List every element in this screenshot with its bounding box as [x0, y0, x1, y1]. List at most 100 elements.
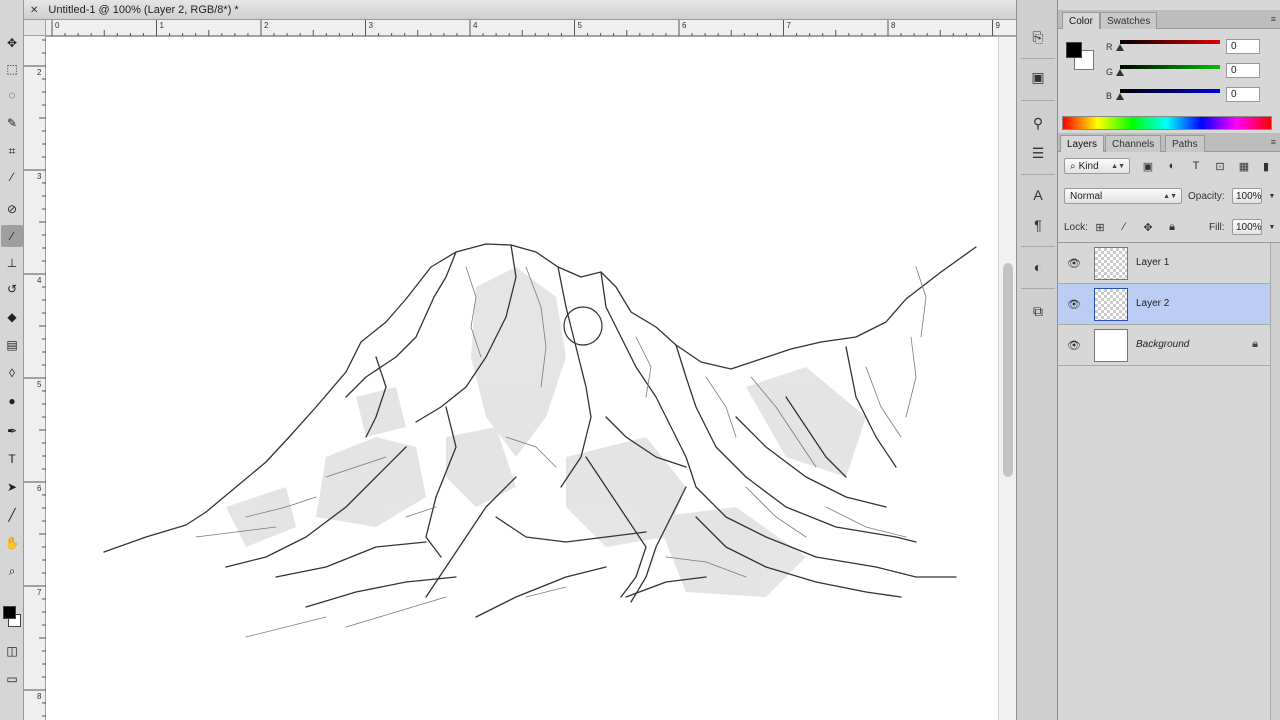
green-slider-knob[interactable] [1116, 69, 1124, 76]
color-foreground-swatch[interactable] [1066, 42, 1082, 58]
red-slider[interactable] [1120, 40, 1220, 44]
tools-panel: ✥ ⬚ ◌ ✎ ⌗ ⁄ ⊘ ∕ ⊥ ↺ ◆ ▤ ◊ ● ✒ T ➤ ╱ ✋ ⌕ … [0, 0, 24, 720]
ruler-origin[interactable] [24, 20, 46, 36]
lasso-icon[interactable]: ◌ [1, 84, 23, 106]
clone-stamp-icon[interactable]: ⊥ [1, 252, 23, 274]
eraser-icon[interactable]: ◆ [1, 306, 23, 328]
tab-swatches[interactable]: Swatches [1100, 12, 1158, 29]
opacity-input[interactable]: 100% [1232, 188, 1262, 204]
red-slider-knob[interactable] [1116, 44, 1124, 51]
layers-scrollbar[interactable] [1270, 243, 1280, 720]
lock-pixels-icon[interactable]: ∕ [1116, 219, 1132, 235]
ruler-number: 3 [368, 21, 373, 30]
brush-presets-icon[interactable]: ☰ [1027, 142, 1049, 164]
character-panel-icon[interactable]: A [1027, 184, 1049, 206]
tab-layers[interactable]: Layers [1060, 135, 1105, 152]
close-icon[interactable]: ✕ [30, 5, 38, 16]
quick-mask-icon[interactable]: ◫ [1, 640, 23, 662]
filter-type-icon[interactable]: T [1188, 158, 1204, 174]
healing-brush-icon[interactable]: ⊘ [1, 198, 23, 220]
divider [1021, 174, 1055, 175]
blend-mode-select[interactable]: Normal ▲▼ [1064, 188, 1182, 204]
dodge-icon[interactable]: ● [1, 390, 23, 412]
path-selection-icon[interactable]: ➤ [1, 476, 23, 498]
pen-icon[interactable]: ✒ [1, 420, 23, 442]
panel-menu-icon[interactable]: ≡ [1271, 137, 1276, 147]
tab-channels[interactable]: Channels [1105, 135, 1162, 152]
ruler-number: 4 [37, 276, 42, 285]
marquee-icon[interactable]: ⬚ [1, 58, 23, 80]
ruler-number: 4 [473, 21, 478, 30]
lock-icon: 🔒︎ [1252, 338, 1258, 350]
ruler-number: 9 [995, 21, 1000, 30]
eye-icon[interactable]: 👁︎ [1066, 339, 1082, 352]
red-value[interactable]: 0 [1226, 39, 1260, 54]
history-panel-icon[interactable]: ⎘ [1027, 26, 1049, 48]
styles-panel-icon[interactable]: ⧉ [1027, 300, 1049, 322]
crop-icon[interactable]: ⌗ [1, 140, 23, 162]
green-slider[interactable] [1120, 65, 1220, 69]
ruler-number: 2 [264, 21, 269, 30]
color-panel-tabs: Color Swatches ≡ [1058, 10, 1280, 29]
actions-panel-icon[interactable]: ▣ [1027, 66, 1049, 88]
fill-dropdown-icon[interactable]: ▼ [1264, 219, 1280, 235]
filter-shape-icon[interactable]: ⊡ [1212, 158, 1228, 174]
red-channel-label: R [1106, 42, 1113, 52]
layer-thumbnail [1094, 288, 1128, 321]
opacity-dropdown-icon[interactable]: ▼ [1264, 188, 1280, 204]
ruler-number: 8 [37, 692, 42, 701]
layer-filter-select[interactable]: ⌕ Kind ▲▼ [1064, 158, 1130, 174]
brush-icon[interactable]: ∕ [1, 225, 23, 247]
ruler-number: 6 [37, 484, 42, 493]
ruler-ticks [51, 20, 993, 36]
layer-row-background[interactable]: 👁︎ Background 🔒︎ [1058, 325, 1270, 366]
gradient-icon[interactable]: ▤ [1, 334, 23, 356]
tab-color[interactable]: Color [1062, 12, 1100, 29]
layer-row-layer-1[interactable]: 👁︎ Layer 1 [1058, 243, 1270, 284]
filter-adjustment-icon[interactable]: ◐ [1164, 158, 1180, 174]
line-shape-icon[interactable]: ╱ [1, 504, 23, 526]
scrollbar-thumb[interactable] [1003, 263, 1013, 477]
ruler-number: 5 [577, 21, 582, 30]
wash-shading [226, 267, 866, 597]
quick-selection-icon[interactable]: ✎ [1, 112, 23, 134]
fill-input[interactable]: 100% [1232, 219, 1262, 235]
blue-slider-knob[interactable] [1116, 93, 1124, 100]
filter-pixel-icon[interactable]: ▣ [1140, 158, 1156, 174]
blur-icon[interactable]: ◊ [1, 362, 23, 384]
foreground-color-swatch[interactable] [3, 606, 16, 619]
color-spectrum-bar[interactable] [1062, 116, 1272, 130]
vertical-scrollbar[interactable] [998, 37, 1016, 720]
hand-icon[interactable]: ✋ [1, 532, 23, 554]
ruler-number: 1 [159, 21, 164, 30]
lock-position-icon[interactable]: ✥ [1140, 219, 1156, 235]
screen-mode-icon[interactable]: ▭ [1, 668, 23, 690]
layer-name: Layer 2 [1136, 298, 1170, 309]
blue-value[interactable]: 0 [1226, 87, 1260, 102]
type-icon[interactable]: T [1, 448, 23, 470]
lock-transparent-icon[interactable]: ⊞ [1092, 219, 1108, 235]
ruler-number: 3 [37, 172, 42, 181]
eye-icon[interactable]: 👁︎ [1066, 257, 1082, 270]
adjustments-panel-icon[interactable]: ◐ [1027, 256, 1049, 278]
horizontal-ruler[interactable]: 0 1 2 3 4 5 6 7 8 9 [46, 20, 1020, 36]
filter-smart-object-icon[interactable]: ▦ [1236, 158, 1252, 174]
eyedropper-icon[interactable]: ⁄ [1, 166, 23, 188]
brush-panel-icon[interactable]: ⚲ [1027, 112, 1049, 134]
tab-paths[interactable]: Paths [1165, 135, 1205, 152]
document-tab[interactable]: ✕ Untitled-1 @ 100% (Layer 2, RGB/8*) * [30, 0, 270, 20]
panel-menu-icon[interactable]: ≡ [1271, 14, 1276, 24]
lock-all-icon[interactable]: 🔒︎ [1164, 219, 1180, 235]
blue-slider[interactable] [1120, 89, 1220, 93]
move-icon[interactable]: ✥ [1, 32, 23, 54]
green-value[interactable]: 0 [1226, 63, 1260, 78]
vertical-ruler[interactable]: 2 3 4 5 6 7 8 [24, 36, 46, 720]
drawing-canvas[interactable] [46, 37, 998, 720]
zoom-icon[interactable]: ⌕ [1, 560, 23, 582]
filter-toggle-icon[interactable]: ▮ [1258, 158, 1274, 174]
layer-row-layer-2[interactable]: 👁︎ Layer 2 [1058, 284, 1270, 325]
eye-icon[interactable]: 👁︎ [1066, 298, 1082, 311]
divider [1021, 58, 1055, 59]
history-brush-icon[interactable]: ↺ [1, 278, 23, 300]
paragraph-panel-icon[interactable]: ¶ [1027, 214, 1049, 236]
